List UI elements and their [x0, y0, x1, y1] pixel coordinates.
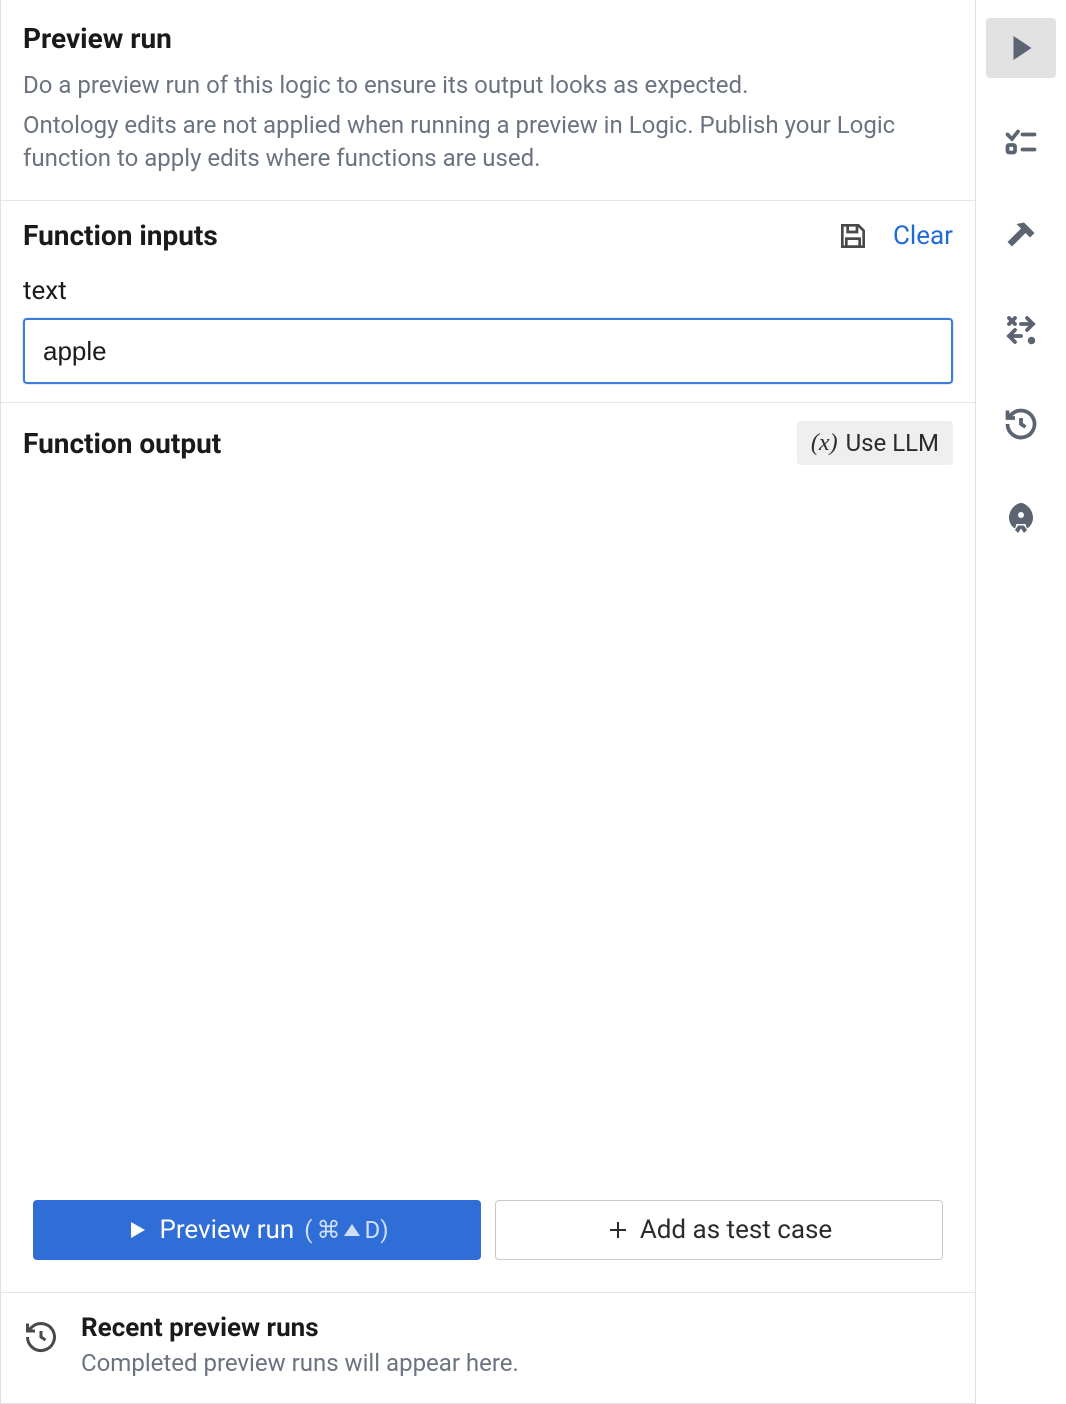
history-icon: [1003, 406, 1039, 442]
function-inputs-section: Function inputs Clear text: [1, 201, 975, 403]
add-test-case-label: Add as test case: [640, 1215, 832, 1245]
shift-icon: [344, 1224, 360, 1236]
checklist-icon: [1003, 124, 1039, 160]
recent-title: Recent preview runs: [81, 1313, 519, 1343]
clear-inputs-link[interactable]: Clear: [893, 221, 953, 251]
rocket-icon: [1003, 500, 1039, 536]
output-body: [23, 465, 953, 1190]
sidebar-play-button[interactable]: [986, 18, 1056, 78]
variable-icon: (x): [811, 430, 838, 457]
function-output-section: Function output (x) Use LLM Preview run …: [1, 403, 975, 1292]
save-inputs-button[interactable]: [837, 220, 869, 252]
preview-run-button[interactable]: Preview run ( ⌘ D): [33, 1200, 481, 1260]
recent-desc: Completed preview runs will appear here.: [81, 1349, 519, 1377]
play-icon: [1003, 30, 1039, 66]
sidebar-checklist-button[interactable]: [986, 112, 1056, 172]
sidebar-build-button[interactable]: [986, 206, 1056, 266]
right-sidebar: [976, 0, 1066, 1404]
inputs-title: Function inputs: [23, 219, 813, 252]
use-llm-button[interactable]: (x) Use LLM: [797, 421, 953, 465]
preview-header-section: Preview run Do a preview run of this log…: [1, 0, 975, 201]
inputs-header: Function inputs Clear: [23, 219, 953, 252]
sidebar-transform-button[interactable]: [986, 300, 1056, 360]
output-title: Function output: [23, 427, 797, 460]
input-label-text: text: [23, 276, 953, 306]
transform-icon: [1003, 312, 1039, 348]
main-panel: Preview run Do a preview run of this log…: [0, 0, 976, 1404]
sidebar-history-button[interactable]: [986, 394, 1056, 454]
plus-icon: [606, 1218, 630, 1242]
preview-run-label: Preview run: [159, 1215, 294, 1245]
preview-desc-1: Do a preview run of this logic to ensure…: [23, 69, 953, 101]
preview-run-shortcut: ( ⌘ D): [304, 1216, 388, 1244]
history-icon: [23, 1319, 59, 1359]
add-test-case-button[interactable]: Add as test case: [495, 1200, 943, 1260]
action-row: Preview run ( ⌘ D) Add as test case: [23, 1190, 953, 1274]
sidebar-deploy-button[interactable]: [986, 488, 1056, 548]
recent-text: Recent preview runs Completed preview ru…: [81, 1313, 519, 1377]
preview-desc-2: Ontology edits are not applied when runn…: [23, 109, 953, 174]
save-icon: [837, 220, 869, 252]
use-llm-label: Use LLM: [846, 429, 939, 457]
play-icon: [125, 1218, 149, 1242]
hammer-icon: [1003, 218, 1039, 254]
preview-title: Preview run: [23, 22, 953, 55]
text-input[interactable]: [23, 318, 953, 384]
recent-runs-section: Recent preview runs Completed preview ru…: [1, 1292, 975, 1403]
output-header: Function output (x) Use LLM: [23, 421, 953, 465]
